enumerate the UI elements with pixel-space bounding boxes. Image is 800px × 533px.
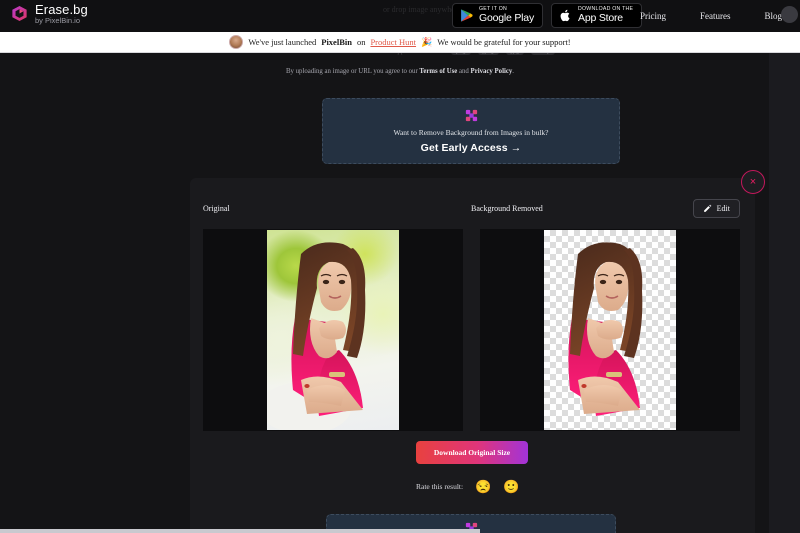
bulk-question: Want to Remove Background from Images in… xyxy=(393,128,549,137)
google-play-icon xyxy=(461,9,473,22)
app-store-button[interactable]: Download on the App Store xyxy=(551,3,643,28)
rate-result-row: Rate this result: 😒 🙂 xyxy=(416,480,519,493)
close-icon[interactable]: × xyxy=(741,170,765,194)
bulk-early-access-card[interactable]: Want to Remove Background from Images in… xyxy=(322,98,620,164)
google-play-button[interactable]: GET IT ON Google Play xyxy=(452,3,544,28)
background-removed-photo xyxy=(544,230,676,430)
top-navigation-bar: Erase.bg by PixelBin.io or drop image an… xyxy=(0,0,800,32)
banner-text-before: We've just launched xyxy=(248,37,317,47)
banner-text-after: We would be grateful for your support! xyxy=(437,37,571,47)
rate-positive-emoji-button[interactable]: 🙂 xyxy=(503,480,519,493)
original-image-container[interactable] xyxy=(203,229,463,431)
brand-subtitle: by PixelBin.io xyxy=(35,16,81,25)
pencil-icon xyxy=(703,204,711,212)
app-store-line2: App Store xyxy=(578,12,623,25)
edit-button[interactable]: Edit xyxy=(692,199,740,218)
product-hunt-avatar-icon xyxy=(229,35,244,49)
download-button-label: Download Original Size xyxy=(433,448,511,457)
terms-text-before: By uploading an image or URL you agree t… xyxy=(286,68,418,75)
rate-negative-emoji-button[interactable]: 😒 xyxy=(475,480,491,493)
brand-title: Erase.bg xyxy=(35,2,88,17)
terms-notice: By uploading an image or URL you agree t… xyxy=(0,68,800,75)
download-original-size-button[interactable]: Download Original Size xyxy=(416,441,528,464)
right-gutter xyxy=(769,53,800,533)
nav-link-pricing[interactable]: Pricing xyxy=(640,11,666,21)
nav-links: Pricing Features Blog xyxy=(640,0,782,32)
erasebg-logo-icon xyxy=(12,6,27,22)
label-background-removed: Background Removed xyxy=(471,204,543,213)
rate-result-label: Rate this result: xyxy=(416,482,464,491)
bulk-x-icon xyxy=(465,109,477,122)
banner-text-on: on xyxy=(356,37,366,47)
nav-link-blog[interactable]: Blog xyxy=(764,11,782,21)
apple-logo-icon xyxy=(560,9,570,22)
banner-brand: PixelBin xyxy=(321,37,352,47)
product-hunt-link[interactable]: Product Hunt xyxy=(370,37,416,47)
terms-of-use-link[interactable]: Terms of Use xyxy=(419,68,457,75)
nav-link-features[interactable]: Features xyxy=(700,11,731,21)
result-panel-header: Original Background Removed Edit xyxy=(190,199,755,224)
terms-period: . xyxy=(512,68,514,75)
close-icon-glyph: × xyxy=(749,176,757,188)
user-avatar-icon[interactable] xyxy=(781,6,798,23)
background-removed-image-container[interactable] xyxy=(480,229,740,431)
bottom-scroll-strip[interactable] xyxy=(0,529,480,533)
subject-figure-cutout xyxy=(568,242,643,416)
brand-logo[interactable]: Erase.bg by PixelBin.io xyxy=(10,3,88,25)
privacy-policy-link[interactable]: Privacy Policy xyxy=(471,68,513,75)
party-popper-icon: 🎉 xyxy=(421,36,433,47)
label-original: Original xyxy=(203,204,230,213)
drop-image-hint: or drop image anywhere xyxy=(383,5,461,14)
original-photo xyxy=(267,230,399,430)
app-store-buttons: GET IT ON Google Play Download on the Ap… xyxy=(452,3,643,28)
result-panel: Original Background Removed Edit Downloa… xyxy=(190,178,755,533)
erasebg-page: Erase.bg by PixelBin.io or drop image an… xyxy=(0,0,800,533)
product-hunt-announcement-banner[interactable]: We've just launched PixelBin on Product … xyxy=(0,32,800,53)
google-play-line2: Google Play xyxy=(479,12,535,25)
edit-button-label: Edit xyxy=(716,204,730,213)
subject-figure xyxy=(267,242,366,430)
terms-and: and xyxy=(459,68,469,75)
get-early-access-button[interactable]: Get Early Access → xyxy=(421,142,522,154)
